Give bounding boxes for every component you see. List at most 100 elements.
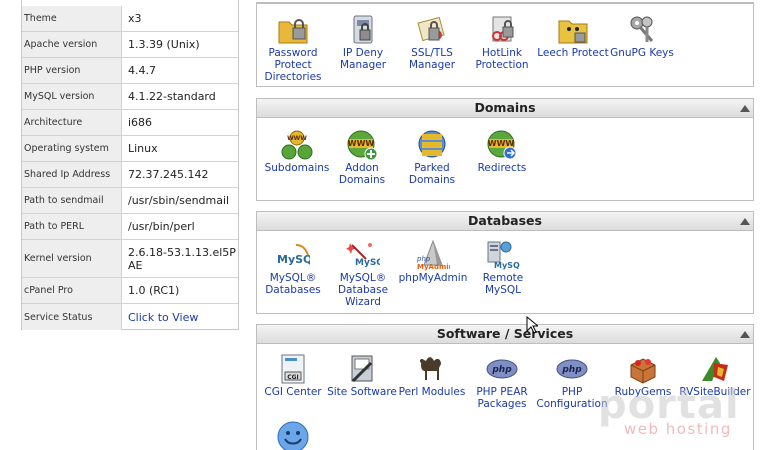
stats-row-service-status: Service Status Click to View	[22, 304, 238, 330]
stats-value: 72.37.245.142	[128, 168, 209, 181]
databases-header[interactable]: Databases	[257, 212, 753, 231]
php-pear-button[interactable]: php PHP PEAR Packages	[466, 353, 538, 410]
subdomains-button[interactable]: WWW Subdomains	[261, 129, 333, 174]
perl-modules-button[interactable]: Perl Modules	[396, 353, 468, 398]
item-label: Perl Modules	[398, 386, 466, 398]
stats-row-cpanel-pro: cPanel Pro 1.0 (RC1)	[22, 278, 238, 304]
stats-row-perl: Path to PERL /usr/bin/perl	[22, 214, 238, 240]
item-label: PHP PEAR Packages	[476, 386, 528, 410]
parked-domains-button[interactable]: Parked Domains	[396, 129, 468, 186]
software-header[interactable]: Software / Services	[257, 325, 753, 344]
stats-row-theme: Theme x3	[22, 6, 238, 32]
stats-row-architecture: Architecture i686	[22, 110, 238, 136]
stats-key: Path to PERL	[22, 214, 122, 239]
remote-mysql-button[interactable]: MySQL Remote MySQL	[467, 239, 539, 296]
databases-panel: Databases MySQL MySQL® Databases MySQL M…	[256, 211, 754, 314]
stats-key: Theme	[22, 6, 122, 31]
site-software-icon	[345, 353, 379, 385]
service-status-link[interactable]: Click to View	[122, 304, 238, 330]
site-software-button[interactable]: Site Software	[326, 353, 398, 398]
redirect-www-icon: WWW	[485, 129, 519, 161]
server-stats-table: Theme x3 Apache version 1.3.39 (Unix) PH…	[21, 0, 239, 330]
panel-title: Databases	[468, 213, 542, 228]
leech-protect-button[interactable]: Leech Protect	[537, 14, 609, 59]
fantastico-button[interactable]	[257, 421, 329, 450]
stats-row-mysql: MySQL version 4.1.22-standard	[22, 84, 238, 110]
hotlink-icon	[485, 14, 519, 46]
collapse-arrow-icon[interactable]	[740, 105, 750, 112]
stats-key: Apache version	[22, 32, 122, 57]
stats-key: Architecture	[22, 110, 122, 135]
stats-value: Linux	[128, 142, 158, 155]
stats-value: 1.0 (RC1)	[128, 284, 180, 297]
mouse-cursor-icon	[526, 315, 540, 338]
addon-domains-button[interactable]: WWW Addon Domains	[326, 129, 398, 186]
item-label: Subdomains	[264, 162, 330, 174]
stats-key: Service Status	[22, 304, 122, 330]
stats-key: Kernel version	[22, 240, 122, 277]
ssl-certificate-icon	[415, 14, 449, 46]
phpmyadmin-button[interactable]: php MyAdmin phpMyAdmin	[397, 239, 469, 284]
domains-header[interactable]: Domains	[257, 99, 753, 118]
mysql-wizard-icon: MySQL	[346, 239, 380, 271]
svg-text:CGI: CGI	[287, 374, 299, 381]
item-label: Addon Domains	[338, 162, 386, 186]
item-label: Redirects	[477, 162, 527, 174]
domains-panel: Domains WWW Subdomains WWW Addon Domains…	[256, 98, 754, 201]
mysql-databases-button[interactable]: MySQL MySQL® Databases	[257, 239, 329, 296]
smiley-icon	[276, 421, 310, 450]
item-label: MySQL® Database Wizard	[337, 272, 389, 308]
cgi-icon: CGI	[276, 353, 310, 385]
cgi-center-button[interactable]: CGI CGI Center	[257, 353, 329, 398]
mysql-database-wizard-button[interactable]: MySQL MySQL® Database Wizard	[327, 239, 399, 308]
parked-www-icon	[415, 129, 449, 161]
item-label: GnuPG Keys	[610, 47, 674, 59]
hotlink-protection-button[interactable]: HotLink Protection	[466, 14, 538, 71]
portal-watermark-tagline: web hosting	[624, 420, 732, 438]
stats-key: Path to sendmail	[22, 188, 122, 213]
redirects-button[interactable]: WWW Redirects	[466, 129, 538, 174]
php-config-icon: php	[555, 353, 589, 385]
stats-row-kernel: Kernel version 2.6.18-53.1.13.el5PAE	[22, 240, 238, 278]
collapse-arrow-icon[interactable]	[740, 218, 750, 225]
stats-value: /usr/bin/perl	[128, 220, 195, 233]
svg-text:php: php	[561, 365, 582, 375]
svg-text:MyAdmin: MyAdmin	[417, 263, 450, 271]
php-pear-icon: php	[485, 353, 519, 385]
item-label: SSL/TLS Manager	[408, 47, 456, 71]
item-label: MySQL® Databases	[265, 272, 321, 296]
stats-key: MySQL version	[22, 84, 122, 109]
collapse-arrow-icon[interactable]	[740, 331, 750, 338]
svg-text:WWW: WWW	[348, 139, 375, 148]
keys-icon	[625, 14, 659, 46]
addon-www-icon: WWW	[345, 129, 379, 161]
item-label: Remote MySQL	[482, 272, 524, 296]
svg-text:MySQL: MySQL	[277, 253, 310, 266]
phpmyadmin-icon: php MyAdmin	[416, 239, 450, 271]
stats-key: cPanel Pro	[22, 278, 122, 303]
rvsitebuilder-icon	[698, 353, 732, 385]
stats-row-os: Operating system Linux	[22, 136, 238, 162]
svg-text:MySQL: MySQL	[355, 258, 380, 268]
stats-value: /usr/sbin/sendmail	[128, 194, 230, 207]
svg-text:MySQL: MySQL	[494, 261, 520, 270]
stats-row-apache: Apache version 1.3.39 (Unix)	[22, 32, 238, 58]
ssl-tls-button[interactable]: SSL/TLS Manager	[396, 14, 468, 71]
svg-text:php: php	[491, 365, 512, 375]
mysql-icon: MySQL	[276, 239, 310, 271]
stats-value: i686	[128, 116, 153, 129]
stats-value: x3	[128, 12, 142, 25]
password-protect-button[interactable]: Password Protect Directories	[257, 14, 329, 83]
leech-folder-icon	[556, 14, 590, 46]
stats-key: Operating system	[22, 136, 122, 161]
svg-text:WWW: WWW	[287, 135, 307, 142]
item-label: CGI Center	[264, 386, 322, 398]
ip-deny-button[interactable]: IP Deny Manager	[327, 14, 399, 71]
gnupg-keys-button[interactable]: GnuPG Keys	[606, 14, 678, 59]
stats-key: Shared Ip Address	[22, 162, 122, 187]
item-label: phpMyAdmin	[398, 272, 468, 284]
panel-title: Software / Services	[436, 326, 574, 341]
item-label: HotLink Protection	[475, 47, 529, 71]
security-panel: Password Protect Directories IP Deny Man…	[256, 2, 754, 87]
item-label: Password Protect Directories	[264, 47, 322, 83]
